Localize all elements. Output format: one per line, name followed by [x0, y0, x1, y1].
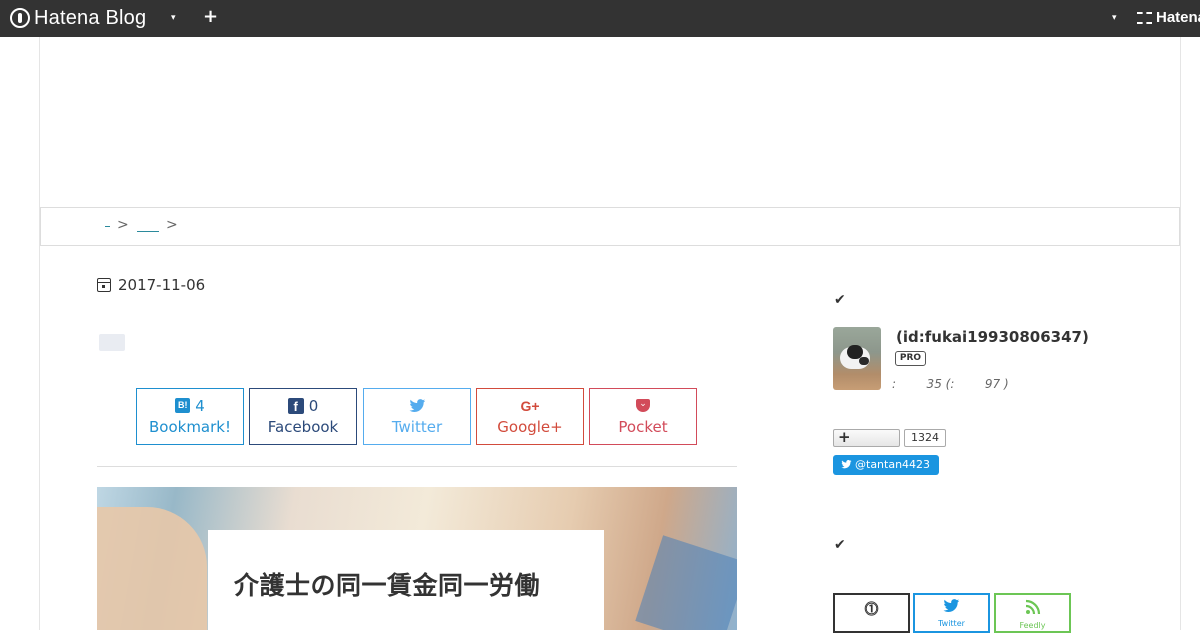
blue-shape [635, 535, 737, 630]
twitter-follow-handle: @tantan4423 [855, 458, 931, 471]
twitter-bird-icon [409, 398, 425, 412]
twitter-share-button[interactable]: Twitter [363, 388, 471, 445]
hatena-mini-icon [1137, 11, 1152, 24]
eyecatch-title: 介護士の同一賃金同一労働 [234, 571, 541, 600]
plus-icon: + [838, 428, 851, 446]
content-divider [97, 466, 737, 467]
eyecatch-title-card: 介護士の同一賃金同一労働 [208, 530, 604, 630]
hand-shape [97, 507, 207, 630]
logo-text: Hatena Blog [34, 6, 147, 29]
pro-badge: PRO [895, 351, 926, 366]
google-plus-icon: G+ [520, 397, 540, 414]
twitter-follow-button[interactable]: @tantan4423 [833, 455, 939, 475]
rss-feed-icon [996, 599, 1069, 619]
entry-date-text: 2017-11-06 [118, 276, 206, 294]
subscribe-twitter-label: Twitter [938, 619, 965, 628]
calendar-icon [97, 278, 111, 292]
follower-count: 1324 [904, 429, 946, 447]
facebook-icon: f [287, 397, 304, 414]
global-header: Hatena Blog ▾ + ▾ Hatena [0, 0, 1200, 37]
hatena-icon: ⓵ [864, 602, 879, 618]
eyecatch-image: 介護士の同一賃金同一労働 [97, 487, 737, 630]
entry-date[interactable]: 2017-11-06 [97, 276, 205, 294]
hatena-bookmark-share-button[interactable]: B! 4 Bookmark! [136, 388, 244, 445]
avatar[interactable] [833, 327, 881, 390]
subscribe-section-check-icon: ✔ [834, 537, 846, 553]
hatena-bookmark-icon: B! [175, 398, 191, 413]
pocket-share-button[interactable]: ⌄ Pocket [589, 388, 697, 445]
googleplus-share-button[interactable]: G+ Google+ [476, 388, 584, 445]
subscribe-hatena-button[interactable]: ⓵ [833, 593, 910, 633]
hatena-blog-logo[interactable]: Hatena Blog [10, 7, 146, 29]
hatena-brand-text: Hatena [1156, 9, 1200, 26]
share-label: Facebook [267, 418, 339, 436]
breadcrumb: > > [40, 207, 1180, 246]
breadcrumb-link-category[interactable] [137, 231, 159, 232]
breadcrumb-separator: > [117, 217, 129, 233]
new-post-plus-icon[interactable]: + [203, 6, 218, 27]
profile-id[interactable]: (id:fukai19930806347) [896, 328, 1089, 346]
user-menu-caret-icon[interactable]: ▾ [1112, 13, 1117, 23]
pocket-icon: ⌄ [636, 399, 650, 412]
bookmark-count: 4 [195, 396, 205, 415]
share-label: Bookmark! [148, 418, 231, 436]
hatena-brand-link[interactable]: Hatena [1137, 9, 1200, 26]
twitter-bird-icon [841, 460, 852, 469]
twitter-bird-icon [915, 599, 988, 617]
facebook-share-button[interactable]: f 0 Facebook [249, 388, 357, 445]
breadcrumb-separator: > [166, 217, 178, 233]
share-label: Google+ [497, 418, 563, 436]
hatena-logo-icon [10, 8, 30, 28]
breadcrumb-link-home[interactable] [105, 226, 110, 227]
subscribe-feedly-label: Feedly [1019, 621, 1046, 630]
cat-spot [859, 357, 869, 365]
share-label: Pocket [618, 418, 668, 436]
entry-title[interactable] [99, 334, 125, 351]
follow-button[interactable]: + [833, 428, 900, 447]
blog-menu-caret-icon[interactable]: ▾ [171, 13, 176, 23]
subscribe-twitter-button[interactable]: Twitter [913, 593, 990, 633]
subscribe-feedly-button[interactable]: Feedly [994, 593, 1071, 633]
profile-stats: : 35 (: 97 ) [892, 377, 1009, 391]
share-label: Twitter [391, 418, 443, 436]
facebook-count: 0 [308, 396, 319, 415]
profile-section-check-icon: ✔ [834, 292, 846, 308]
